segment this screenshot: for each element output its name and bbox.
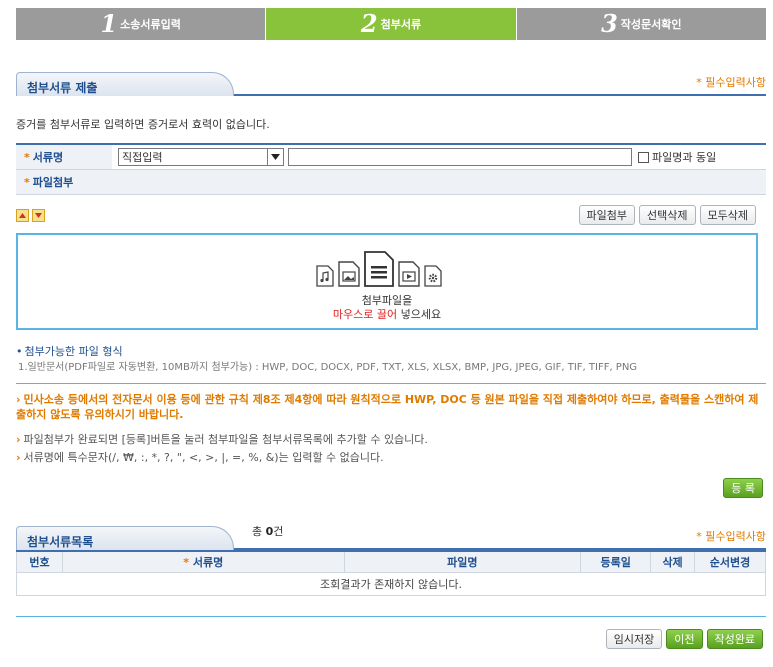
file-attach-label: * 파일첨부	[16, 170, 766, 194]
video-file-icon	[398, 261, 420, 287]
audio-file-icon	[316, 265, 334, 287]
register-note: › 파일첨부가 완료되면 [등록]버튼을 눌러 첨부파일을 첨부서류목록에 추가할…	[16, 433, 428, 446]
table-header-row: 번호 * 서류명 파일명 등록일 삭제 순서변경	[16, 550, 766, 573]
drop-zone-drag-text: 마우스로 끌어	[332, 308, 398, 321]
submit-section-tab: 첨부서류 제출	[16, 72, 234, 96]
submit-section-header: 첨부서류 제출 * 필수입력사항	[16, 72, 766, 96]
list-section-tab: 첨부서류목록	[16, 526, 234, 550]
attach-file-button[interactable]: 파일첨부	[578, 205, 636, 225]
step-1-number: 1	[100, 9, 118, 38]
bottom-divider	[16, 616, 766, 617]
prev-button[interactable]: 이전	[666, 629, 703, 649]
step-3: 3 작성문서확인	[515, 8, 766, 40]
col-reorder: 순서변경	[694, 550, 766, 573]
required-note: * 필수입력사항	[696, 76, 766, 89]
same-as-filename-option[interactable]: 파일명과 동일	[638, 149, 716, 165]
doc-name-row: * 서류명 직접입력 파일명과 동일	[16, 145, 766, 170]
allowed-formats-title: • 첨부가능한 파일 형식	[16, 345, 123, 358]
step-2-active: 2 첨부서류	[265, 8, 516, 40]
doc-name-label: * 서류명	[16, 145, 112, 169]
table-row: 조회결과가 존재하지 않습니다.	[16, 571, 766, 596]
col-file-name: 파일명	[343, 550, 582, 573]
arrow-down-icon[interactable]	[32, 209, 45, 222]
doc-name-input[interactable]	[288, 148, 632, 166]
file-drop-zone[interactable]: 첨부파일을 마우스로 끌어 넣으세요	[16, 233, 758, 330]
attachment-form: * 서류명 직접입력 파일명과 동일 * 파일첨부	[16, 143, 766, 195]
delete-selected-button[interactable]: 선택삭제	[639, 205, 696, 225]
total-count: 총 0건	[252, 525, 284, 538]
file-attach-row: * 파일첨부	[16, 170, 766, 195]
bottom-actions: 임시저장 이전 작성완료	[605, 629, 763, 649]
reorder-arrows	[16, 209, 45, 222]
attach-toolbar: 파일첨부 선택삭제 모두삭제	[578, 205, 756, 225]
complete-button[interactable]: 작성완료	[706, 629, 763, 649]
col-doc-name: * 서류명	[61, 550, 345, 573]
settings-file-icon	[424, 265, 442, 287]
delete-all-button[interactable]: 모두삭제	[699, 205, 756, 225]
step-2-label: 첨부서류	[380, 18, 422, 31]
evidence-notice: 증거를 첨부서류로 입력하면 증거로서 효력이 없습니다.	[16, 118, 270, 131]
step-2-number: 2	[360, 9, 378, 38]
special-char-note: › 서류명에 특수문자(/, ₩, :, *, ?, ", <, >, |, =,…	[16, 451, 384, 464]
list-section-header: 첨부서류목록 * 필수입력사항	[16, 526, 766, 550]
step-progress-bar: 1 소송서류입력 2 첨부서류 3 작성문서확인	[16, 8, 766, 40]
drop-zone-line2: 마우스로 끌어 넣으세요	[18, 306, 756, 322]
empty-message: 조회결과가 존재하지 않습니다.	[16, 571, 766, 596]
step-1-label: 소송서류입력	[120, 18, 181, 31]
doc-name-field: 직접입력 파일명과 동일	[112, 145, 716, 169]
temp-save-button[interactable]: 임시저장	[605, 629, 663, 649]
allowed-formats-desc: 1.일반문서(PDF파일로 자동변환, 10MB까지 첨부가능) : HWP, …	[18, 362, 638, 373]
drop-zone-insert-text: 넣으세요	[397, 308, 442, 321]
original-file-warning: › 민사소송 등에서의 전자문서 이용 등에 관한 규칙 제8조 제4항에 따라 …	[16, 393, 759, 421]
register-button[interactable]: 등 록	[723, 478, 763, 498]
arrow-up-icon[interactable]	[16, 209, 29, 222]
register-button-wrap: 등 록	[723, 478, 763, 498]
col-delete: 삭제	[650, 550, 696, 573]
file-type-icons	[316, 251, 442, 287]
required-star: *	[24, 175, 30, 189]
step-3-label: 작성문서확인	[620, 18, 682, 31]
document-file-icon	[364, 251, 394, 287]
list-required-note: * 필수입력사항	[696, 530, 766, 543]
doc-name-select-value: 직접입력	[122, 151, 163, 164]
same-as-filename-checkbox[interactable]	[638, 151, 649, 163]
attachment-list-table: 번호 * 서류명 파일명 등록일 삭제 순서변경 조회결과가 존재하지 않습니다…	[16, 550, 766, 596]
col-reg-date: 등록일	[580, 550, 652, 573]
image-file-icon	[338, 261, 360, 287]
doc-name-select[interactable]: 직접입력	[118, 148, 284, 166]
step-3-number: 3	[601, 9, 618, 38]
required-star: *	[24, 150, 30, 164]
same-as-filename-label: 파일명과 동일	[652, 151, 717, 164]
section-divider	[16, 383, 766, 384]
chevron-down-icon[interactable]	[267, 149, 283, 165]
col-number: 번호	[16, 550, 63, 573]
step-1: 1 소송서류입력	[16, 8, 266, 40]
